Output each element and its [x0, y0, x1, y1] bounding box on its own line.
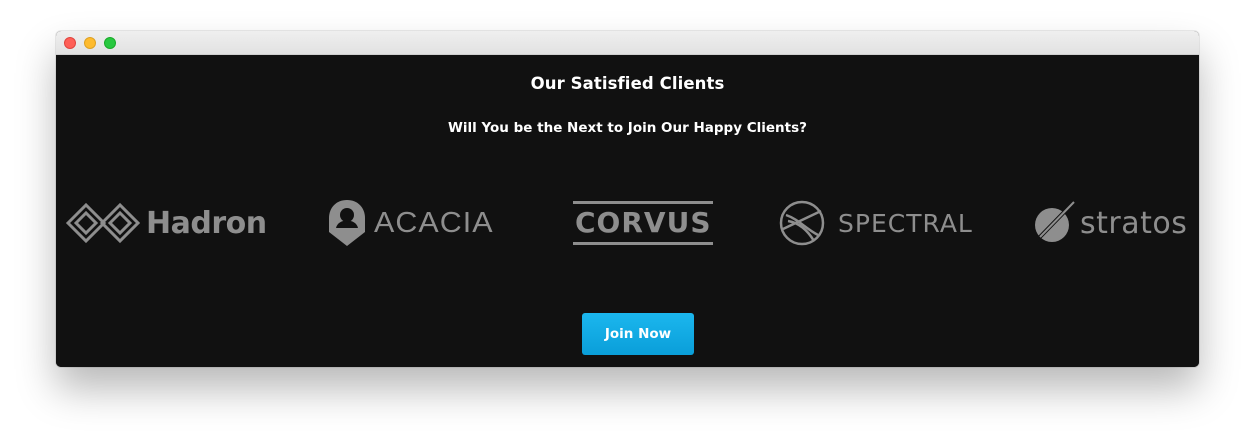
client-logo-hadron: Hadron	[66, 195, 267, 251]
client-logo-stratos: stratos	[1032, 195, 1187, 251]
maximize-window-button[interactable]	[104, 37, 116, 49]
logo-wordmark: CORVUS	[573, 201, 714, 245]
hadron-logo-icon	[66, 202, 140, 244]
stratos-logo-icon	[1035, 201, 1075, 242]
logo-wordmark: Hadron	[146, 205, 267, 241]
close-window-button[interactable]	[64, 37, 76, 49]
window-titlebar	[56, 31, 1199, 55]
section-heading: Our Satisfied Clients	[530, 74, 725, 93]
client-logos: Hadron ACACIA CORVUS SPECTRAL stratos	[56, 195, 1199, 251]
clients-section: Our Satisfied Clients Will You be the Ne…	[56, 55, 1199, 367]
join-now-button[interactable]: Join Now	[582, 313, 694, 355]
spectral-logo-icon	[779, 200, 825, 246]
logo-wordmark: stratos	[1080, 205, 1188, 241]
app-window: Our Satisfied Clients Will You be the Ne…	[56, 31, 1199, 367]
minimize-window-button[interactable]	[84, 37, 96, 49]
logo-wordmark: SPECTRAL	[838, 208, 973, 238]
client-logo-corvus: CORVUS	[573, 195, 714, 251]
logo-wordmark: ACACIA	[374, 206, 494, 239]
acacia-logo-icon	[329, 200, 365, 246]
client-logo-acacia: ACACIA	[326, 195, 493, 251]
section-subheading: Will You be the Next to Join Our Happy C…	[448, 120, 807, 136]
client-logo-spectral: SPECTRAL	[778, 195, 973, 251]
